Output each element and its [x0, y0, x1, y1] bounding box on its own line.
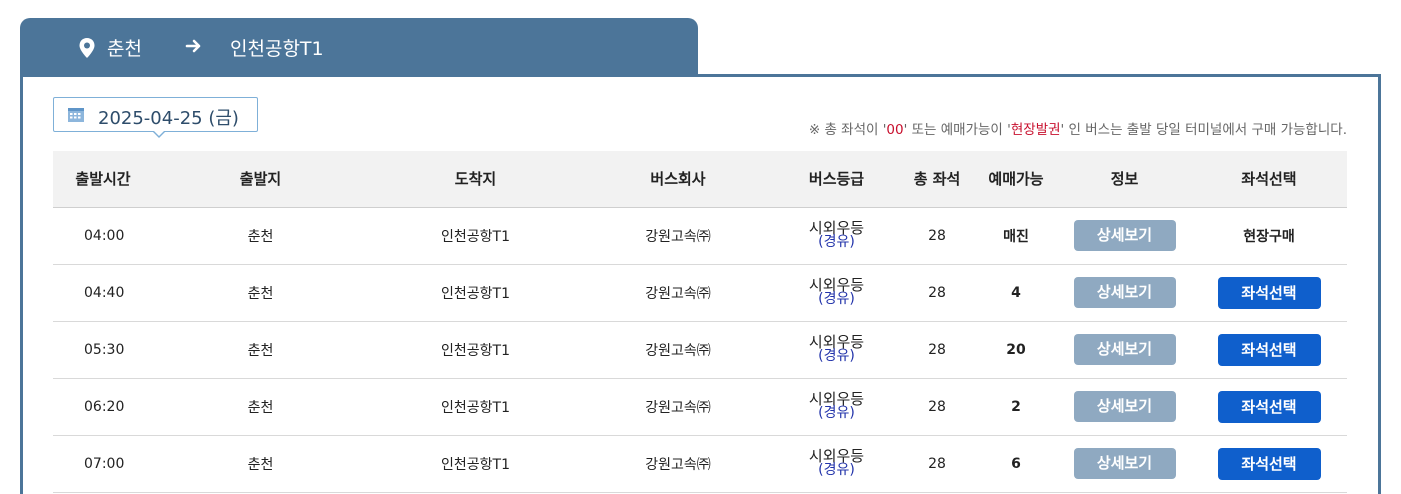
total-seats: 28	[900, 264, 974, 322]
bus-grade-cell: 시외우등 (경유)	[773, 378, 900, 436]
header-seat-select: 좌석선택	[1191, 151, 1347, 208]
origin: 춘천	[153, 435, 368, 493]
departure-time: 06:20	[53, 378, 153, 436]
detail-button[interactable]: 상세보기	[1073, 277, 1176, 308]
via-label: (경유)	[818, 405, 855, 421]
bus-grade-cell: 시외우등 (경유)	[773, 207, 900, 265]
bus-grade-cell: 시외우등 (경유)	[773, 321, 900, 379]
departure-time: 05:30	[53, 321, 153, 379]
seat-select-button[interactable]: 좌석선택	[1217, 390, 1321, 423]
bus-company: 강원고속㈜	[583, 435, 773, 493]
bus-company: 강원고속㈜	[583, 321, 773, 379]
origin: 춘천	[153, 378, 368, 436]
header-available: 예매가능	[974, 151, 1058, 208]
via-label: (경유)	[818, 291, 855, 307]
total-seats: 28	[900, 435, 974, 493]
available-seats: 20	[974, 321, 1058, 379]
table-row: 04:00 춘천 인천공항T1 강원고속㈜ 시외우등 (경유) 28 매진 상세보…	[53, 207, 1347, 265]
purchase-notice: ※ 총 좌석이 '00' 또는 예매가능이 '현장발권' 인 버스는 출발 당일…	[808, 122, 1347, 138]
available-seats: 2	[974, 378, 1058, 436]
available-seats: 매진	[974, 207, 1058, 265]
onsite-purchase-label: 현장구매	[1191, 207, 1347, 265]
bus-schedule-table: 출발시간 출발지 도착지 버스회사 버스등급 총 좌석 예매가능 정보 좌석선택…	[53, 151, 1347, 493]
bus-company: 강원고속㈜	[583, 378, 773, 436]
route-origin: 춘천	[107, 38, 142, 60]
departure-time: 04:40	[53, 264, 153, 322]
header-company: 버스회사	[583, 151, 773, 208]
arrow-right-icon	[185, 39, 201, 53]
header-origin: 출발지	[153, 151, 368, 208]
destination: 인천공항T1	[368, 264, 583, 322]
header-info: 정보	[1058, 151, 1191, 208]
route-destination: 인천공항T1	[230, 38, 324, 60]
origin: 춘천	[153, 264, 368, 322]
destination: 인천공항T1	[368, 207, 583, 265]
origin: 춘천	[153, 207, 368, 265]
detail-button[interactable]: 상세보기	[1073, 334, 1176, 365]
bus-company: 강원고속㈜	[583, 207, 773, 265]
total-seats: 28	[900, 207, 974, 265]
header-grade: 버스등급	[773, 151, 900, 208]
destination: 인천공항T1	[368, 435, 583, 493]
detail-button[interactable]: 상세보기	[1073, 220, 1176, 251]
detail-button[interactable]: 상세보기	[1073, 391, 1176, 422]
selected-date: 2025-04-25 (금)	[98, 108, 239, 129]
calendar-icon	[68, 108, 84, 122]
bus-grade-cell: 시외우등 (경유)	[773, 264, 900, 322]
detail-button[interactable]: 상세보기	[1073, 448, 1176, 479]
header-total-seats: 총 좌석	[900, 151, 974, 208]
destination: 인천공항T1	[368, 378, 583, 436]
total-seats: 28	[900, 378, 974, 436]
location-pin-icon	[79, 38, 95, 58]
via-label: (경유)	[818, 234, 855, 250]
departure-time: 04:00	[53, 207, 153, 265]
seat-select-button[interactable]: 좌석선택	[1217, 333, 1321, 366]
seat-select-button[interactable]: 좌석선택	[1217, 447, 1321, 480]
table-row: 04:40 춘천 인천공항T1 강원고속㈜ 시외우등 (경유) 28 4 상세보기…	[53, 264, 1347, 322]
via-label: (경유)	[818, 462, 855, 478]
table-row: 07:00 춘천 인천공항T1 강원고속㈜ 시외우등 (경유) 28 6 상세보기…	[53, 435, 1347, 493]
table-header-row: 출발시간 출발지 도착지 버스회사 버스등급 총 좌석 예매가능 정보 좌석선택	[53, 151, 1347, 208]
total-seats: 28	[900, 321, 974, 379]
header-departure-time: 출발시간	[53, 151, 153, 208]
seat-select-button[interactable]: 좌석선택	[1217, 276, 1321, 309]
table-row: 05:30 춘천 인천공항T1 강원고속㈜ 시외우등 (경유) 28 20 상세보…	[53, 321, 1347, 379]
table-row: 06:20 춘천 인천공항T1 강원고속㈜ 시외우등 (경유) 28 2 상세보기…	[53, 378, 1347, 436]
available-seats: 6	[974, 435, 1058, 493]
header-destination: 도착지	[368, 151, 583, 208]
origin: 춘천	[153, 321, 368, 379]
via-label: (경유)	[818, 348, 855, 364]
date-selector[interactable]: 2025-04-25 (금)	[53, 97, 258, 138]
available-seats: 4	[974, 264, 1058, 322]
route-header: 춘천 인천공항T1	[20, 18, 698, 76]
departure-time: 07:00	[53, 435, 153, 493]
bus-grade-cell: 시외우등 (경유)	[773, 435, 900, 493]
bus-company: 강원고속㈜	[583, 264, 773, 322]
destination: 인천공항T1	[368, 321, 583, 379]
